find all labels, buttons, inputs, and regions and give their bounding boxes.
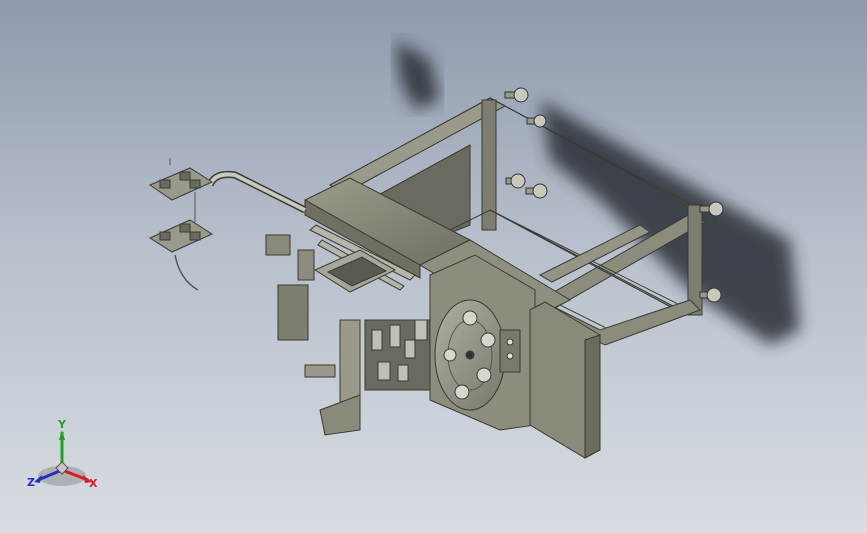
control-box[interactable] <box>499 329 521 373</box>
axis-triad[interactable]: Y X Z <box>27 418 98 490</box>
disc-tool-4[interactable] <box>454 384 470 400</box>
bracket-upper[interactable] <box>148 167 214 201</box>
y-axis-arrow <box>59 430 65 440</box>
rotary-disc-unit[interactable] <box>429 254 536 431</box>
valve-block[interactable] <box>297 249 315 281</box>
suction-brackets[interactable] <box>148 158 214 253</box>
foot-3[interactable] <box>505 173 526 189</box>
assembly-scene[interactable]: Y X Z <box>0 0 867 533</box>
motor-left[interactable] <box>277 284 309 341</box>
motor-top[interactable] <box>265 234 291 256</box>
z-axis-arrow <box>34 475 42 483</box>
y-axis-label: Y <box>57 418 67 431</box>
foot-2[interactable] <box>526 114 547 128</box>
model-viewport[interactable]: Y X Z <box>0 0 867 533</box>
disc-tool-2[interactable] <box>480 332 496 348</box>
bracket-lower[interactable] <box>148 219 214 253</box>
foot-4[interactable] <box>525 183 548 199</box>
x-axis-label: X <box>89 477 98 490</box>
disc-tool-3[interactable] <box>476 367 492 383</box>
disc-tool-1[interactable] <box>462 310 478 326</box>
disc-tool-5[interactable] <box>443 348 457 362</box>
foot-1[interactable] <box>504 87 529 103</box>
z-axis-label: Z <box>27 476 35 489</box>
disc-hub <box>465 350 475 360</box>
cylinder-left[interactable] <box>304 364 336 378</box>
